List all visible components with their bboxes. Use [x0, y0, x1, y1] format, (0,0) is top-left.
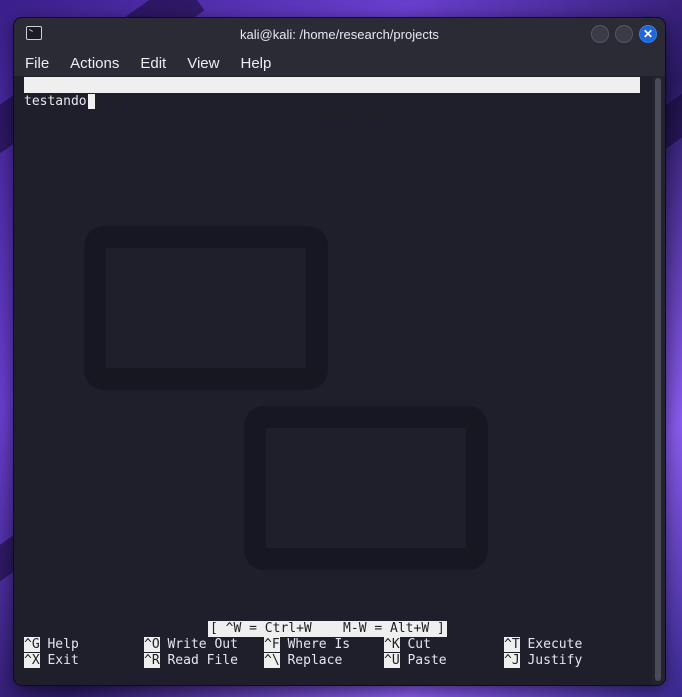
menu-bar: File Actions Edit View Help [14, 50, 665, 76]
title-bar[interactable]: kali@kali: /home/research/projects ✕ [14, 18, 665, 50]
shortcut-help: ^G Help [24, 637, 79, 653]
menu-view[interactable]: View [184, 55, 222, 72]
editor-text: testando [24, 94, 87, 109]
shortcut-execute: ^T Execute [504, 637, 582, 653]
shortcut-key: ^J [504, 653, 520, 668]
editor-line[interactable]: testando [24, 93, 95, 110]
shortcut-justify: ^J Justify [504, 653, 582, 669]
nano-status-message: [ ^W = Ctrl+W M-W = Alt+W ] [208, 621, 447, 637]
menu-file[interactable]: File [22, 55, 52, 72]
minimize-button[interactable] [591, 25, 609, 43]
shortcut-label: Where Is [287, 637, 351, 652]
shortcut-write-out: ^O Write Out [144, 637, 238, 653]
shortcut-label: Exit [47, 653, 79, 668]
shortcut-label: Paste [407, 653, 447, 668]
shortcut-cut: ^K Cut [384, 637, 431, 653]
scrollbar-thumb[interactable] [655, 78, 661, 681]
terminal-window: kali@kali: /home/research/projects ✕ Fil… [14, 18, 665, 685]
shortcut-paste: ^U Paste [384, 653, 447, 669]
shortcut-where-is: ^F Where Is [264, 637, 350, 653]
close-button[interactable]: ✕ [639, 25, 657, 43]
shortcut-key: ^F [264, 637, 280, 652]
shortcut-key: ^K [384, 637, 400, 652]
background-watermark [244, 406, 488, 570]
shortcut-label: Write Out [167, 637, 238, 652]
shortcut-read-file: ^R Read File [144, 653, 238, 669]
shortcut-exit: ^X Exit [24, 653, 79, 669]
terminal-area[interactable]: GNU nano 8.4 report.txt * testando [ ^W … [14, 76, 652, 685]
background-watermark [84, 226, 328, 390]
menu-edit[interactable]: Edit [137, 55, 169, 72]
shortcut-label: Read File [167, 653, 238, 668]
shortcut-key: ^X [24, 653, 40, 668]
shortcut-label: Cut [407, 637, 431, 652]
window-title: kali@kali: /home/research/projects [240, 26, 439, 42]
shortcut-key: ^G [24, 637, 40, 652]
menu-actions[interactable]: Actions [67, 55, 122, 72]
shortcut-label: Execute [527, 637, 583, 652]
close-icon: ✕ [642, 27, 654, 41]
shortcut-key: ^T [504, 637, 520, 652]
shortcut-label: Replace [287, 653, 343, 668]
menu-help[interactable]: Help [237, 55, 274, 72]
shortcut-key: ^\ [264, 653, 280, 668]
shortcut-key: ^O [144, 637, 160, 652]
terminal-icon[interactable] [26, 26, 42, 40]
nano-header-bar: GNU nano 8.4 report.txt * [24, 77, 640, 124]
nano-filename: report.txt * [312, 109, 406, 124]
vertical-scrollbar[interactable] [652, 76, 665, 685]
text-cursor [87, 94, 95, 109]
shortcut-label: Justify [527, 653, 583, 668]
shortcut-key: ^R [144, 653, 160, 668]
maximize-button[interactable] [615, 25, 633, 43]
shortcut-label: Help [47, 637, 79, 652]
shortcut-key: ^U [384, 653, 400, 668]
shortcut-replace: ^\ Replace [264, 653, 342, 669]
